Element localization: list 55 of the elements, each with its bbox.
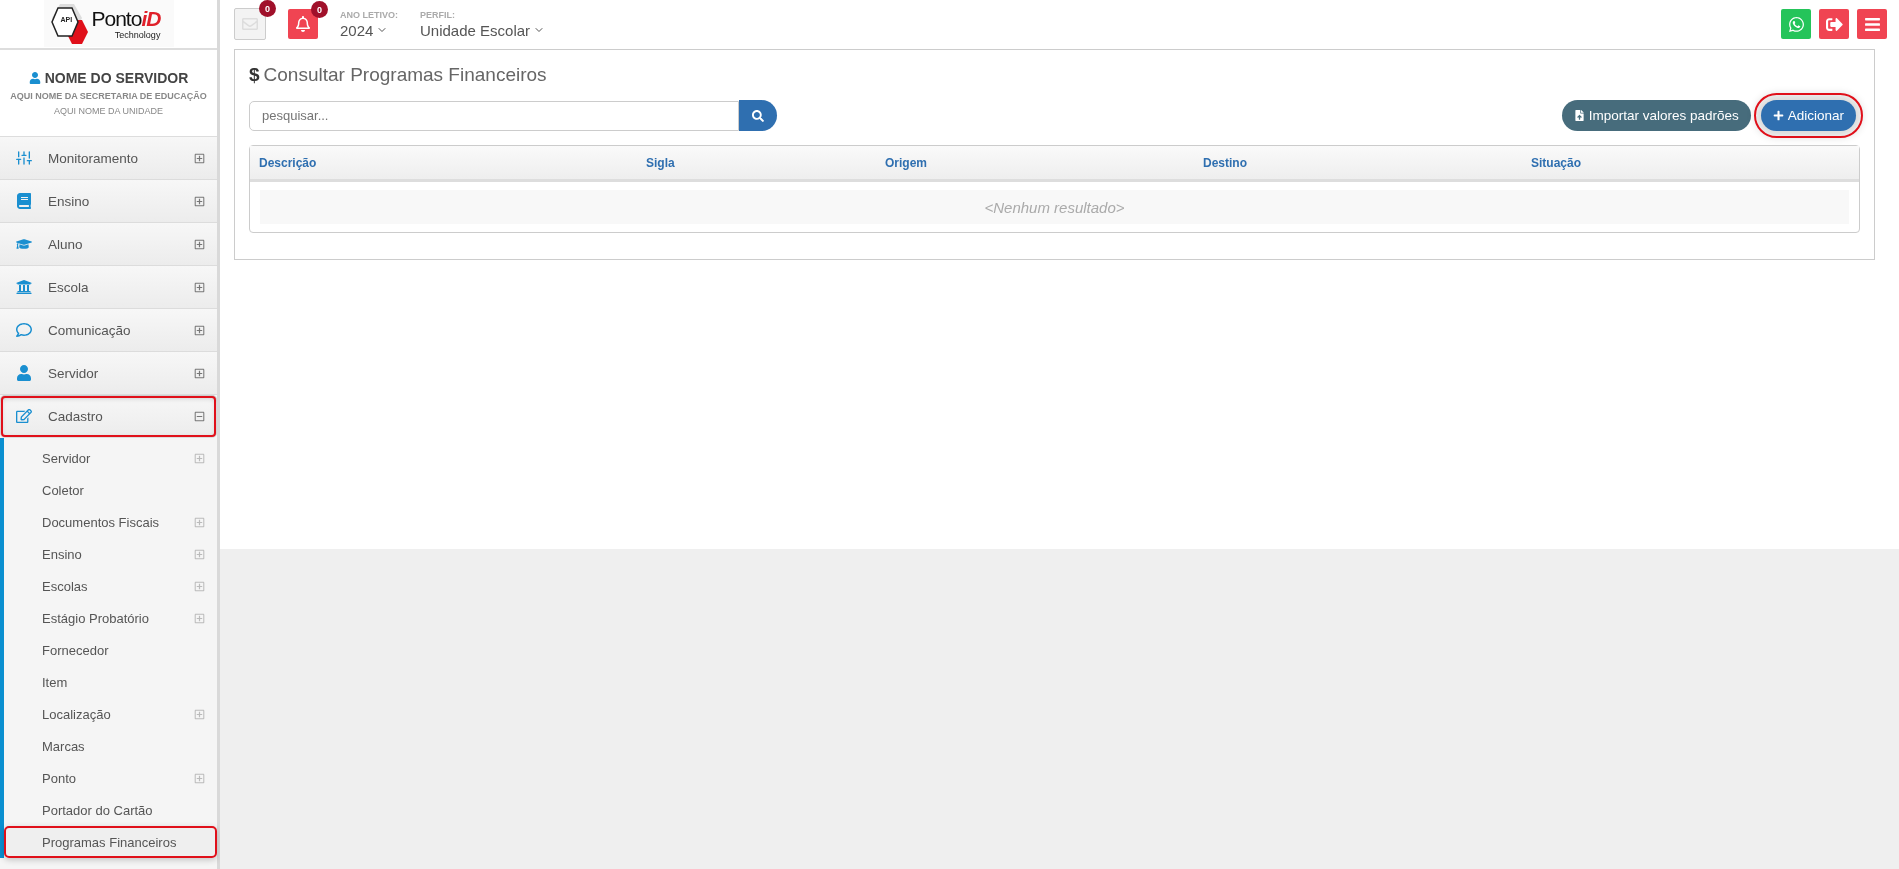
brand-tagline: Technology [114, 30, 161, 40]
messages-button[interactable] [234, 8, 266, 40]
submenu-item[interactable]: Coletor [4, 474, 217, 506]
sliders-icon [16, 150, 32, 166]
submenu-item[interactable]: Portador do Cartão [4, 794, 217, 826]
department-name: AQUI NOME DA SECRETARIA DE EDUCAÇÃO [10, 91, 207, 101]
column-header: Sigla [645, 155, 676, 170]
year-dropdown[interactable]: 2024 [340, 21, 398, 39]
edit-icon [16, 408, 32, 424]
count-badge: 0 [311, 1, 328, 18]
sidebar-item[interactable]: Cadastro [0, 395, 217, 438]
submenu-item[interactable]: Ensino [4, 538, 217, 570]
user-icon [28, 72, 41, 84]
search-icon [752, 109, 764, 122]
column-header: Destino [1202, 155, 1248, 170]
submenu-item[interactable]: Servidor [4, 442, 217, 474]
submenu-item[interactable]: Programas Financeiros [4, 826, 217, 858]
bell-icon [295, 16, 311, 32]
profile-label: PERFIL: [420, 9, 456, 20]
column-header: Origem [884, 155, 928, 170]
menu-icon [1863, 15, 1881, 33]
logout-button[interactable] [1819, 9, 1849, 39]
chat-bubble-icon [1787, 15, 1805, 33]
submenu-item[interactable]: Documentos Fiscais [4, 506, 217, 538]
submenu-item[interactable]: Estágio Probatório [4, 602, 217, 634]
book-icon [16, 193, 32, 209]
column-header: Descrição [258, 155, 318, 170]
logout-icon [1825, 15, 1843, 33]
count-badge: 0 [259, 0, 276, 17]
unit-name: AQUI NOME DA UNIDADE [54, 106, 163, 116]
empty-message: <Nenhum resultado> [984, 198, 1125, 216]
submenu-item[interactable]: Escolas [4, 570, 217, 602]
year-label: ANO LETIVO: [340, 9, 398, 20]
search-button[interactable] [739, 100, 777, 131]
brand-name: PontoiD [91, 7, 161, 29]
import-button[interactable]: Importar valores padrões [1561, 100, 1751, 131]
submenu-item[interactable]: Item [4, 666, 217, 698]
submenu-item[interactable]: Localização [4, 698, 217, 730]
user-name: NOME DO SERVIDOR [44, 70, 189, 86]
submenu-item[interactable]: Ponto [4, 762, 217, 794]
column-header: Situação [1530, 155, 1582, 170]
bank-building-icon [16, 279, 32, 295]
user-icon [16, 365, 32, 381]
page-title: Consultar Programas Financeiros [263, 64, 547, 86]
search-field[interactable]: pesquisar... [249, 100, 739, 131]
menu-button[interactable] [1857, 9, 1887, 39]
notifications-button[interactable] [288, 9, 318, 39]
graduation-cap-icon [16, 236, 32, 252]
plus-icon [1772, 110, 1784, 121]
submenu-item[interactable]: Fornecedor [4, 634, 217, 666]
profile-dropdown[interactable]: Unidade Escolar [420, 21, 546, 39]
submenu-item[interactable]: Marcas [4, 730, 217, 762]
dollar-icon: $ [249, 64, 260, 86]
upload-icon [1573, 110, 1585, 121]
speech-bubble-icon [16, 322, 32, 338]
